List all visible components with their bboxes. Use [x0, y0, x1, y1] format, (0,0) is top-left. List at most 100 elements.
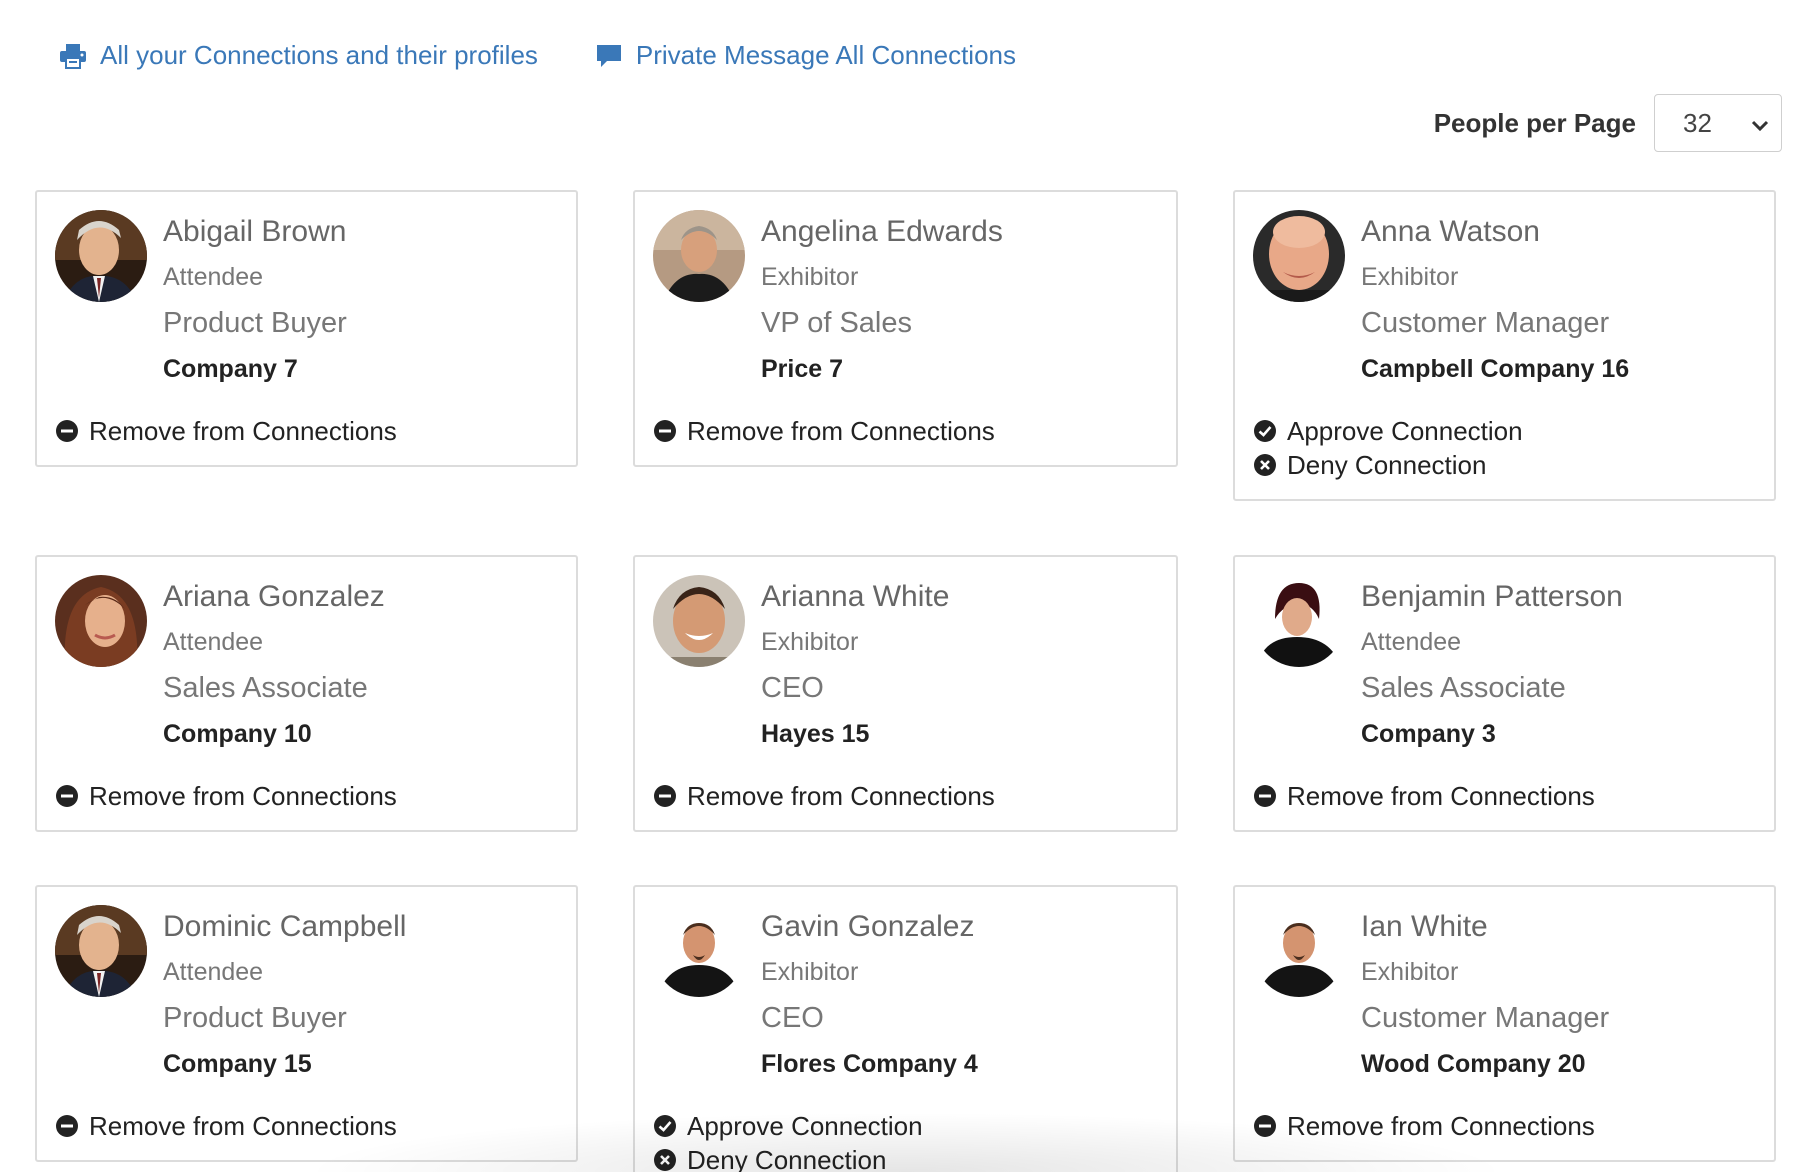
job-title: Product Buyer [163, 307, 347, 339]
connection-name[interactable]: Dominic Campbell [163, 907, 406, 947]
people-per-page-label: People per Page [1433, 107, 1636, 138]
toolbar: All your Connections and their profiles … [58, 40, 1072, 71]
chat-bubble-icon [594, 41, 624, 71]
registration-type: Exhibitor [1361, 263, 1459, 291]
remove-from-connections-button[interactable]: Remove from Connections [55, 779, 397, 813]
connection-name[interactable]: Benjamin Patterson [1361, 577, 1623, 617]
action-label: Remove from Connections [687, 781, 995, 811]
registration-type: Exhibitor [761, 958, 859, 986]
remove-from-connections-button[interactable]: Remove from Connections [55, 414, 397, 448]
job-title: VP of Sales [761, 307, 913, 339]
connection-card: Gavin Gonzalez Exhibitor CEO Flores Company… [633, 885, 1178, 1172]
remove-from-connections-button[interactable]: Remove from Connections [653, 414, 995, 448]
connection-actions: Remove from Connections [55, 414, 397, 448]
approve-connection-button[interactable]: Approve Connection [1253, 414, 1523, 448]
remove-from-connections-button[interactable]: Remove from Connections [1253, 1109, 1595, 1143]
company-name: Campbell Company 16 [1361, 355, 1630, 383]
print-connections-label: All your Connections and their profiles [100, 40, 538, 70]
avatar[interactable] [1253, 575, 1345, 667]
connection-info: Anna Watson Exhibitor Customer Manager Camp… [1361, 212, 1629, 387]
connection-info: Ian White Exhibitor Customer Manager Wood C… [1361, 907, 1609, 1082]
company-name: Wood Company 20 [1361, 1050, 1586, 1078]
deny-connection-button[interactable]: Deny Connection [1253, 448, 1523, 482]
action-label: Approve Connection [687, 1111, 923, 1141]
minus-circle-icon [653, 784, 677, 808]
job-title: Sales Associate [163, 672, 368, 704]
connection-name[interactable]: Arianna White [761, 577, 949, 617]
action-label: Remove from Connections [89, 416, 397, 446]
registration-type: Attendee [163, 958, 264, 986]
connection-actions: Remove from Connections [55, 1109, 397, 1143]
chevron-down-icon [1751, 108, 1769, 139]
registration-type: Exhibitor [1361, 958, 1459, 986]
connection-info: Dominic Campbell Attendee Product Buyer Com… [163, 907, 406, 1082]
remove-from-connections-button[interactable]: Remove from Connections [55, 1109, 397, 1143]
x-circle-icon [653, 1148, 677, 1172]
registration-type: Exhibitor [761, 628, 859, 656]
connection-actions: Remove from Connections [653, 414, 995, 448]
connection-card: Dominic Campbell Attendee Product Buyer Com… [35, 885, 578, 1162]
company-name: Company 7 [163, 355, 298, 383]
minus-circle-icon [1253, 784, 1277, 808]
company-name: Company 10 [163, 720, 312, 748]
avatar[interactable] [55, 905, 147, 997]
connection-name[interactable]: Anna Watson [1361, 212, 1629, 252]
avatar[interactable] [1253, 210, 1345, 302]
connection-card: Abigail Brown Attendee Product Buyer Compan… [35, 190, 578, 467]
connection-card: Ian White Exhibitor Customer Manager Wood C… [1233, 885, 1776, 1162]
connection-card: Anna Watson Exhibitor Customer Manager Camp… [1233, 190, 1776, 501]
people-per-page-value: 32 [1683, 107, 1712, 138]
connection-name[interactable]: Ariana Gonzalez [163, 577, 385, 617]
connection-name[interactable]: Ian White [1361, 907, 1609, 947]
avatar[interactable] [1253, 905, 1345, 997]
deny-connection-button[interactable]: Deny Connection [653, 1143, 923, 1172]
action-label: Remove from Connections [1287, 781, 1595, 811]
people-per-page: People per Page 32 [1434, 94, 1782, 152]
minus-circle-icon [55, 419, 79, 443]
private-message-all-label: Private Message All Connections [635, 40, 1016, 70]
printer-icon [58, 41, 88, 71]
company-name: Flores Company 4 [761, 1050, 978, 1078]
connection-name[interactable]: Gavin Gonzalez [761, 907, 978, 947]
avatar[interactable] [653, 905, 745, 997]
avatar[interactable] [653, 575, 745, 667]
connection-info: Ariana Gonzalez Attendee Sales Associate Co… [163, 577, 385, 752]
private-message-all-link[interactable]: Private Message All Connections [594, 40, 1016, 71]
company-name: Price 7 [761, 355, 844, 383]
people-per-page-select[interactable]: 32 [1654, 94, 1782, 152]
registration-type: Attendee [1361, 628, 1462, 656]
x-circle-icon [1253, 453, 1277, 477]
check-circle-icon [1253, 419, 1277, 443]
action-label: Remove from Connections [687, 416, 995, 446]
connection-info: Gavin Gonzalez Exhibitor CEO Flores Company… [761, 907, 978, 1082]
avatar[interactable] [55, 210, 147, 302]
connection-actions: Approve Connection Deny Connection [653, 1109, 923, 1172]
connection-name[interactable]: Abigail Brown [163, 212, 347, 252]
company-name: Hayes 15 [761, 720, 870, 748]
action-label: Deny Connection [687, 1145, 887, 1172]
connection-card: Arianna White Exhibitor CEO Hayes 15 Remove … [633, 555, 1178, 832]
company-name: Company 15 [163, 1050, 312, 1078]
job-title: Product Buyer [163, 1002, 347, 1034]
minus-circle-icon [55, 1114, 79, 1138]
minus-circle-icon [653, 419, 677, 443]
remove-from-connections-button[interactable]: Remove from Connections [1253, 779, 1595, 813]
avatar[interactable] [653, 210, 745, 302]
registration-type: Exhibitor [761, 263, 859, 291]
job-title: Customer Manager [1361, 307, 1610, 339]
approve-connection-button[interactable]: Approve Connection [653, 1109, 923, 1143]
connection-actions: Remove from Connections [55, 779, 397, 813]
avatar[interactable] [55, 575, 147, 667]
connection-actions: Remove from Connections [653, 779, 995, 813]
minus-circle-icon [55, 784, 79, 808]
connection-info: Angelina Edwards Exhibitor VP of Sales Pric… [761, 212, 1003, 387]
job-title: CEO [761, 1002, 824, 1034]
connection-name[interactable]: Angelina Edwards [761, 212, 1003, 252]
action-label: Deny Connection [1287, 450, 1487, 480]
print-connections-link[interactable]: All your Connections and their profiles [58, 40, 538, 71]
connection-info: Arianna White Exhibitor CEO Hayes 15 [761, 577, 949, 752]
connection-info: Benjamin Patterson Attendee Sales Associat… [1361, 577, 1623, 752]
connection-info: Abigail Brown Attendee Product Buyer Compan… [163, 212, 347, 387]
remove-from-connections-button[interactable]: Remove from Connections [653, 779, 995, 813]
action-label: Remove from Connections [89, 1111, 397, 1141]
